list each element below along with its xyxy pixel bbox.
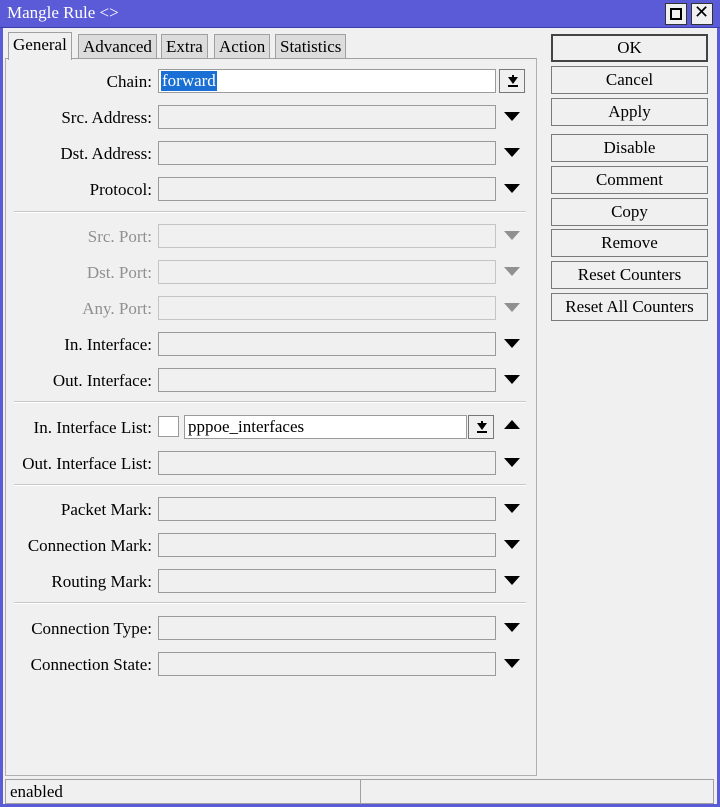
any-port-input (158, 296, 496, 320)
connection-state-input[interactable] (158, 652, 496, 676)
dropdown-icon (508, 73, 518, 89)
routing-mark-expand-icon[interactable] (504, 576, 520, 585)
chain-dropdown-button[interactable] (499, 69, 525, 93)
comment-button[interactable]: Comment (551, 166, 708, 194)
close-button[interactable]: ✕ (691, 2, 713, 25)
dst-port-expand-icon (504, 267, 520, 276)
chain-value: forward (161, 71, 217, 91)
src-port-expand-icon (504, 231, 520, 240)
tab-extra[interactable]: Extra (161, 34, 208, 59)
protocol-expand-icon[interactable] (504, 184, 520, 193)
disable-button[interactable]: Disable (551, 134, 708, 162)
connection-mark-input[interactable] (158, 533, 496, 557)
dst-address-label: Dst. Address: (60, 144, 152, 163)
src-address-input[interactable] (158, 105, 496, 129)
connection-type-label: Connection Type: (31, 619, 152, 638)
chain-label: Chain: (106, 72, 152, 91)
chain-input[interactable]: forward (158, 69, 496, 93)
in-interface-list-value: pppoe_interfaces (188, 417, 305, 436)
tab-advanced[interactable]: Advanced (78, 34, 157, 59)
separator (14, 211, 526, 213)
in-interface-label: In. Interface: (64, 335, 152, 354)
separator (14, 401, 526, 403)
tab-action[interactable]: Action (214, 34, 271, 59)
cancel-button[interactable]: Cancel (551, 66, 708, 94)
connection-mark-expand-icon[interactable] (504, 540, 520, 549)
connection-mark-label: Connection Mark: (27, 536, 152, 555)
apply-button[interactable]: Apply (551, 98, 708, 126)
connection-type-expand-icon[interactable] (504, 623, 520, 632)
in-interface-input[interactable] (158, 332, 496, 356)
out-interface-input[interactable] (158, 368, 496, 392)
protocol-label: Protocol: (89, 180, 152, 199)
in-interface-list-collapse-icon[interactable] (504, 420, 520, 429)
reset-all-counters-button[interactable]: Reset All Counters (551, 293, 708, 321)
tab-statistics[interactable]: Statistics (275, 34, 347, 59)
maximize-button[interactable] (665, 3, 687, 25)
maximize-icon (670, 8, 682, 20)
src-address-expand-icon[interactable] (504, 112, 520, 121)
in-interface-list-dropdown-button[interactable] (468, 415, 494, 439)
reset-counters-button[interactable]: Reset Counters (551, 261, 708, 289)
copy-button[interactable]: Copy (551, 198, 708, 226)
any-port-label: Any. Port: (82, 299, 152, 318)
out-interface-list-input[interactable] (158, 451, 496, 475)
dst-address-input[interactable] (158, 141, 496, 165)
protocol-input[interactable] (158, 177, 496, 201)
in-interface-list-input[interactable]: pppoe_interfaces (184, 415, 467, 439)
packet-mark-input[interactable] (158, 497, 496, 521)
tab-general[interactable]: General (8, 32, 72, 60)
close-icon: ✕ (694, 2, 710, 23)
packet-mark-label: Packet Mark: (60, 500, 152, 519)
in-interface-expand-icon[interactable] (504, 339, 520, 348)
dst-port-input (158, 260, 496, 284)
dropdown-icon (477, 419, 487, 435)
separator (14, 602, 526, 604)
src-address-label: Src. Address: (61, 108, 152, 127)
ok-button[interactable]: OK (551, 34, 708, 62)
dst-port-label: Dst. Port: (86, 263, 152, 282)
packet-mark-expand-icon[interactable] (504, 504, 520, 513)
remove-button[interactable]: Remove (551, 229, 708, 257)
connection-type-input[interactable] (158, 616, 496, 640)
out-interface-list-label: Out. Interface List: (22, 454, 152, 473)
connection-state-label: Connection State: (30, 655, 152, 674)
out-interface-list-expand-icon[interactable] (504, 458, 520, 467)
routing-mark-label: Routing Mark: (51, 572, 152, 591)
status-bar: enabled (5, 779, 714, 804)
title-bar[interactable]: Mangle Rule <> ✕ (0, 0, 720, 28)
out-interface-expand-icon[interactable] (504, 375, 520, 384)
status-divider (360, 780, 361, 803)
in-interface-list-negate-checkbox[interactable] (158, 416, 179, 437)
routing-mark-input[interactable] (158, 569, 496, 593)
status-text: enabled (10, 782, 63, 801)
window-title: Mangle Rule <> (7, 3, 119, 22)
src-port-input (158, 224, 496, 248)
connection-state-expand-icon[interactable] (504, 659, 520, 668)
separator (14, 484, 526, 486)
out-interface-label: Out. Interface: (52, 371, 152, 390)
in-interface-list-label: In. Interface List: (33, 418, 152, 437)
src-port-label: Src. Port: (87, 227, 152, 246)
any-port-expand-icon (504, 303, 520, 312)
dst-address-expand-icon[interactable] (504, 148, 520, 157)
